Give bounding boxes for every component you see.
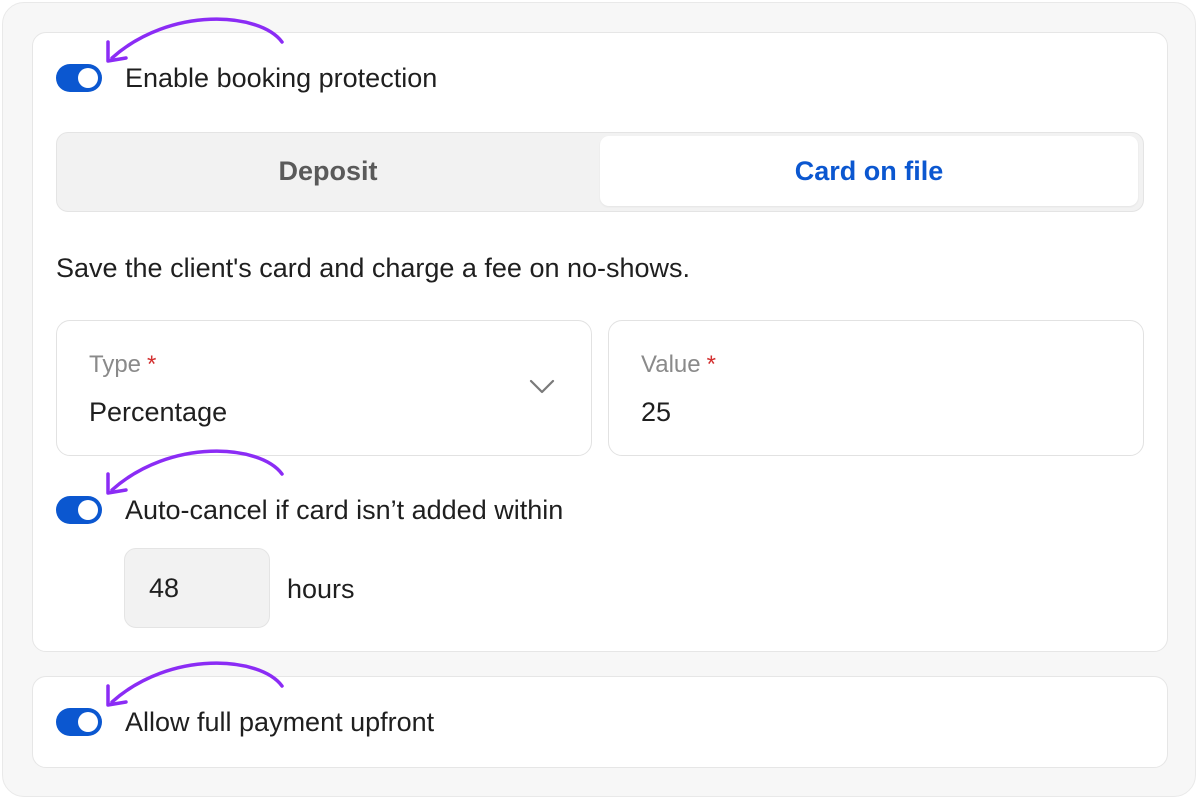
annotation-arrow-icon [106, 17, 284, 63]
auto-cancel-toggle[interactable] [56, 496, 102, 524]
chevron-down-icon [529, 379, 555, 394]
annotation-arrow-icon [106, 449, 284, 495]
value-input[interactable]: Value * 25 [608, 320, 1144, 456]
value-text: 25 [641, 397, 672, 427]
toggle-knob [78, 68, 98, 88]
annotation-arrow-icon [106, 661, 284, 707]
type-select[interactable]: Type * Percentage [56, 320, 592, 456]
required-asterisk: * [706, 351, 716, 378]
full-payment-label: Allow full payment upfront [125, 707, 435, 737]
tab-deposit[interactable]: Deposit [60, 136, 596, 206]
tab-card-on-file[interactable]: Card on file [600, 136, 1138, 206]
toggle-knob [78, 712, 98, 732]
required-asterisk: * [147, 351, 157, 378]
auto-cancel-hours-input[interactable]: 48 [124, 548, 270, 628]
booking-protection-toggle[interactable] [56, 64, 102, 92]
toggle-knob [78, 500, 98, 520]
booking-protection-label: Enable booking protection [125, 63, 438, 93]
value-label: Value * [641, 351, 716, 378]
type-value: Percentage [89, 397, 228, 427]
card-on-file-description: Save the client's card and charge a fee … [56, 253, 691, 283]
full-payment-toggle[interactable] [56, 708, 102, 736]
hours-unit-label: hours [287, 574, 355, 604]
type-label: Type * [89, 351, 157, 378]
auto-cancel-label: Auto-cancel if card isn’t added within [125, 495, 564, 525]
